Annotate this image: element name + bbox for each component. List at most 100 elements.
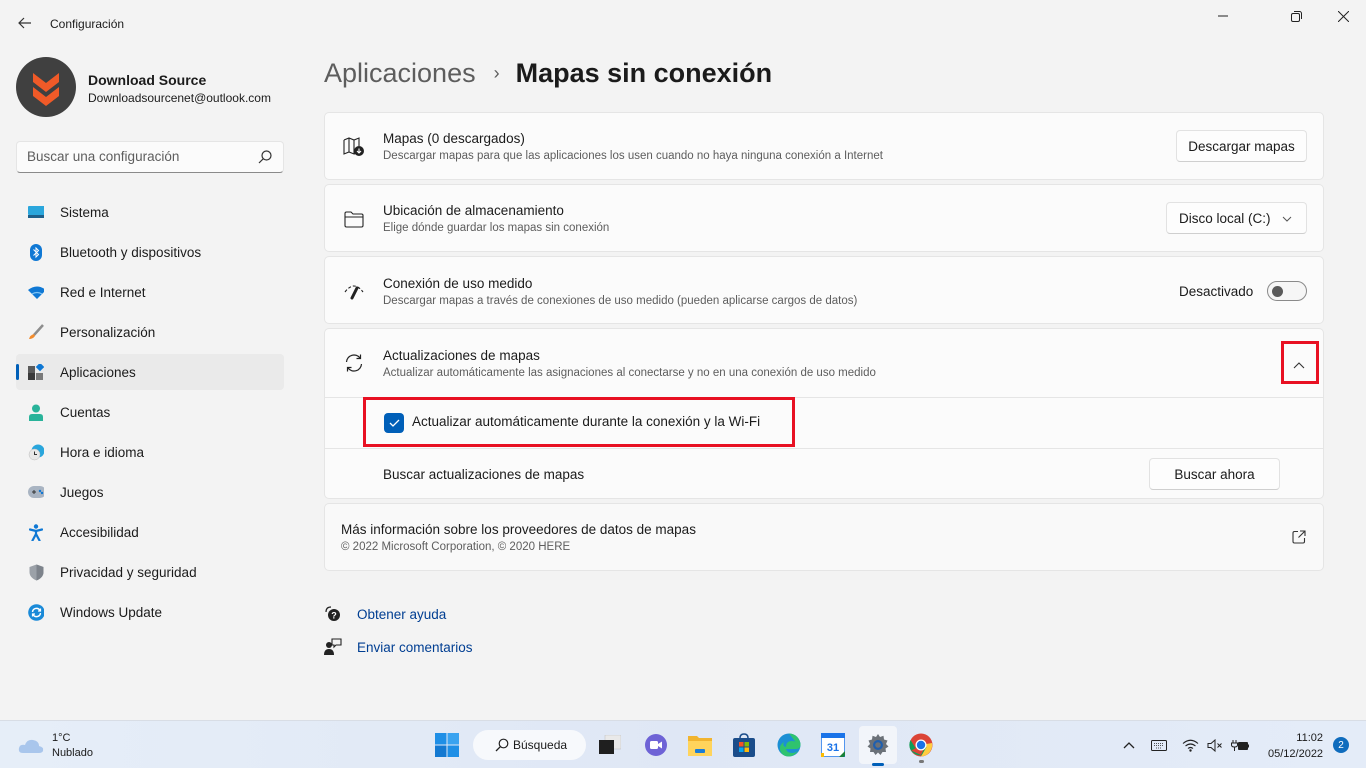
taskbar-task-view[interactable] bbox=[594, 729, 626, 761]
taskbar-file-explorer[interactable] bbox=[684, 729, 716, 761]
touch-keyboard-button[interactable] bbox=[1151, 721, 1167, 768]
sidebar-item-red[interactable]: Red e Internet bbox=[16, 274, 284, 310]
close-icon bbox=[1337, 10, 1349, 22]
sidebar-nav: Sistema Bluetooth y dispositivos Red e I… bbox=[16, 194, 284, 634]
metered-toggle[interactable] bbox=[1267, 281, 1307, 301]
sidebar-item-juegos[interactable]: Juegos bbox=[16, 474, 284, 510]
person-icon bbox=[28, 404, 44, 421]
brush-icon bbox=[28, 324, 44, 340]
metered-title: Conexión de uso medido bbox=[383, 276, 533, 291]
minimize-button[interactable] bbox=[1200, 0, 1246, 32]
start-button[interactable] bbox=[435, 733, 459, 757]
map-providers-card[interactable]: Más información sobre los proveedores de… bbox=[324, 503, 1324, 571]
taskbar-settings[interactable] bbox=[859, 726, 897, 766]
calendar-day: 31 bbox=[827, 742, 839, 754]
sync-icon bbox=[343, 352, 365, 374]
maps-title: Mapas (0 descargados) bbox=[383, 131, 525, 146]
clock[interactable]: 11:02 05/12/2022 bbox=[1268, 730, 1323, 762]
updates-subtitle: Actualizar automáticamente las asignacio… bbox=[383, 367, 876, 379]
clock-date: 05/12/2022 bbox=[1268, 748, 1324, 760]
metered-connection-card: Conexión de uso medido Descargar mapas a… bbox=[324, 256, 1324, 324]
page-title: Mapas sin conexión bbox=[515, 58, 773, 88]
sidebar-item-windows-update[interactable]: Windows Update bbox=[16, 594, 284, 630]
shield-icon bbox=[28, 564, 44, 580]
settings-gear-icon bbox=[867, 734, 889, 755]
taskbar-chat[interactable] bbox=[640, 729, 672, 761]
edge-icon bbox=[777, 733, 801, 757]
windows-logo-icon bbox=[435, 733, 459, 757]
show-hidden-icons-button[interactable] bbox=[1123, 721, 1135, 768]
sidebar-item-hora[interactable]: Hora e idioma bbox=[16, 434, 284, 470]
breadcrumb-separator-icon: › bbox=[493, 63, 500, 83]
taskbar-store[interactable] bbox=[728, 729, 760, 761]
close-button[interactable] bbox=[1320, 0, 1366, 32]
help-icon: ? bbox=[325, 606, 340, 621]
title-bar: Configuración bbox=[0, 0, 1366, 48]
cloud-icon bbox=[18, 739, 44, 753]
network-button[interactable] bbox=[1182, 721, 1199, 768]
search-icon bbox=[495, 738, 509, 752]
settings-search[interactable] bbox=[16, 141, 284, 173]
update-icon bbox=[28, 603, 44, 621]
clock-time: 11:02 bbox=[1296, 732, 1323, 744]
search-input[interactable] bbox=[27, 149, 247, 164]
notification-badge[interactable]: 2 bbox=[1333, 737, 1349, 753]
apps-icon bbox=[28, 364, 44, 380]
send-feedback-link[interactable]: Enviar comentarios bbox=[324, 638, 473, 656]
sidebar-item-sistema[interactable]: Sistema bbox=[16, 194, 284, 230]
folder-icon bbox=[343, 208, 365, 230]
sidebar-item-accesibilidad[interactable]: Accesibilidad bbox=[16, 514, 284, 550]
annotation-highlight-collapse bbox=[1281, 341, 1319, 384]
chrome-icon bbox=[909, 733, 933, 757]
user-name: Download Source bbox=[88, 72, 207, 88]
metered-subtitle: Descargar mapas a través de conexiones d… bbox=[383, 295, 858, 307]
chevron-up-icon bbox=[1123, 741, 1135, 748]
feedback-icon bbox=[324, 638, 342, 655]
active-indicator bbox=[872, 763, 884, 766]
wifi-icon bbox=[1182, 739, 1199, 752]
search-now-button[interactable]: Buscar ahora bbox=[1149, 458, 1280, 490]
task-view-icon bbox=[599, 735, 621, 754]
battery-charging-icon bbox=[1231, 739, 1249, 751]
weather-widget[interactable]: 1°C Nublado bbox=[18, 731, 93, 761]
gamepad-icon bbox=[28, 484, 44, 500]
get-help-link[interactable]: ? Obtener ayuda bbox=[324, 605, 446, 623]
download-maps-button[interactable]: Descargar mapas bbox=[1176, 130, 1307, 162]
storage-location-dropdown[interactable]: Disco local (C:) bbox=[1166, 202, 1307, 234]
chevron-down-icon bbox=[1282, 216, 1292, 222]
annotation-highlight-checkbox bbox=[363, 397, 795, 447]
breadcrumb-parent[interactable]: Aplicaciones bbox=[324, 58, 476, 89]
providers-title: Más información sobre los proveedores de… bbox=[341, 522, 696, 537]
accessibility-icon bbox=[28, 523, 44, 541]
sidebar-item-privacidad[interactable]: Privacidad y seguridad bbox=[16, 554, 284, 590]
sidebar-item-personalizacion[interactable]: Personalización bbox=[16, 314, 284, 350]
search-icon bbox=[258, 150, 272, 164]
updates-title: Actualizaciones de mapas bbox=[383, 348, 540, 363]
weather-temperature: 1°C bbox=[52, 732, 71, 744]
maps-card: Mapas (0 descargados) Descargar mapas pa… bbox=[324, 112, 1324, 180]
storage-title: Ubicación de almacenamiento bbox=[383, 203, 564, 218]
taskbar-calendar[interactable]: 31 bbox=[817, 729, 849, 761]
external-link-icon bbox=[1292, 530, 1306, 544]
toggle-knob bbox=[1272, 286, 1283, 297]
keyboard-icon bbox=[1151, 739, 1167, 751]
storage-subtitle: Elige dónde guardar los mapas sin conexi… bbox=[383, 222, 610, 234]
taskbar-chrome[interactable] bbox=[905, 729, 937, 763]
restore-button[interactable] bbox=[1273, 0, 1319, 32]
battery-button[interactable] bbox=[1231, 721, 1249, 768]
minimize-icon bbox=[1218, 15, 1228, 17]
user-email: Downloadsourcenet@outlook.com bbox=[88, 91, 271, 105]
volume-button[interactable] bbox=[1207, 721, 1223, 768]
sidebar-item-aplicaciones[interactable]: Aplicaciones bbox=[16, 354, 284, 390]
avatar[interactable] bbox=[16, 57, 76, 117]
sidebar-item-bluetooth[interactable]: Bluetooth y dispositivos bbox=[16, 234, 284, 270]
microsoft-store-icon bbox=[733, 733, 755, 757]
wifi-icon bbox=[28, 284, 44, 300]
teams-chat-icon bbox=[645, 734, 667, 756]
taskbar-search[interactable]: Búsqueda bbox=[473, 730, 586, 760]
back-button[interactable] bbox=[12, 10, 38, 36]
sidebar-item-cuentas[interactable]: Cuentas bbox=[16, 394, 284, 430]
taskbar-edge[interactable] bbox=[773, 729, 805, 761]
divider bbox=[325, 448, 1323, 449]
weather-description: Nublado bbox=[52, 747, 93, 759]
